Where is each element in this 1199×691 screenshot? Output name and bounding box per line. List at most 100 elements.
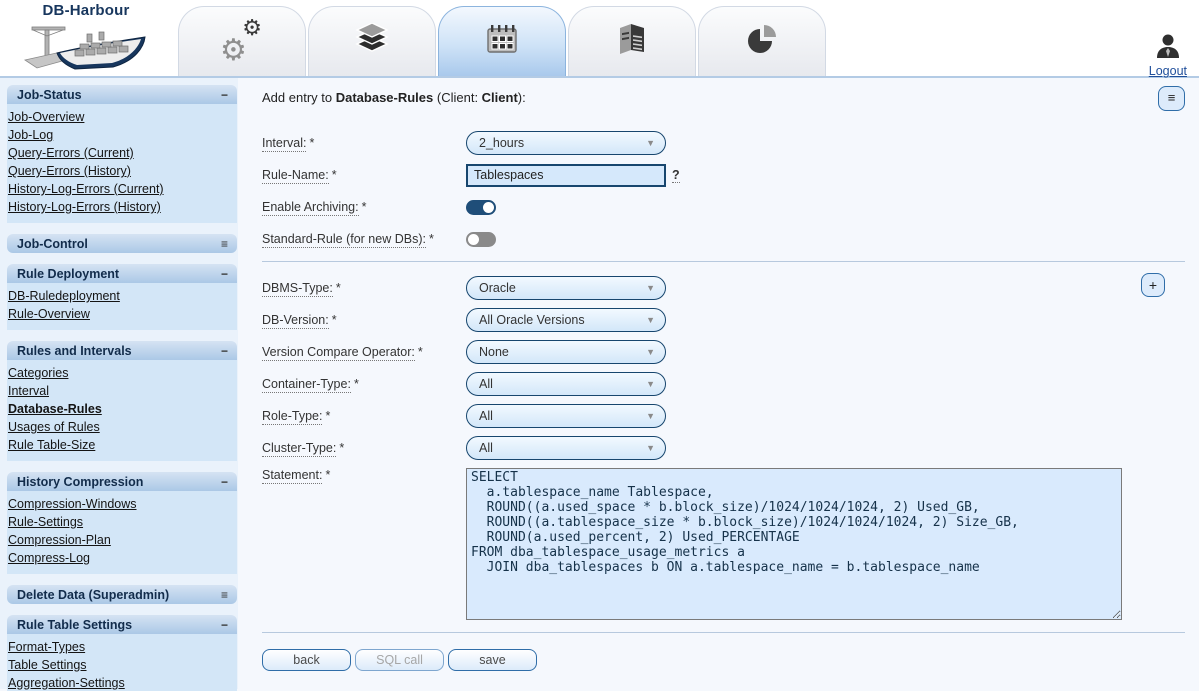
sidebar-section-history-compression: History Compression − Compression-Window… [7, 472, 237, 574]
collapse-icon[interactable]: − [221, 475, 228, 489]
field-label-rule-name: Rule-Name:* [262, 168, 466, 182]
sidebar-item-history-log-errors-current[interactable]: History-Log-Errors (Current) [8, 180, 233, 198]
sidebar-item-format-types[interactable]: Format-Types [8, 638, 233, 656]
sidebar-section-header-rule-deployment[interactable]: Rule Deployment − [7, 264, 237, 283]
sidebar-item-job-overview[interactable]: Job-Overview [8, 108, 233, 126]
role-type-select[interactable]: All ▼ [466, 404, 666, 428]
version-compare-operator-select[interactable]: None ▼ [466, 340, 666, 364]
statement-textarea[interactable]: SELECT a.tablespace_name Tablespace, ROU… [466, 468, 1122, 620]
sidebar-section-header-rule-table-settings[interactable]: Rule Table Settings − [7, 615, 237, 634]
sidebar-item-query-errors-current[interactable]: Query-Errors (Current) [8, 144, 233, 162]
field-label-standard-rule: Standard-Rule (for new DBs):* [262, 232, 466, 246]
container-type-select[interactable]: All ▼ [466, 372, 666, 396]
db-version-select[interactable]: All Oracle Versions ▼ [466, 308, 666, 332]
back-button[interactable]: back [262, 649, 351, 671]
logout-link[interactable]: Logout [1149, 64, 1187, 78]
divider [262, 261, 1185, 262]
main-nav-tabs: ⚙ ⚙ [178, 6, 826, 76]
app-logo-title: DB-Harbour [16, 2, 156, 19]
field-label-interval: Interval:* [262, 136, 466, 150]
sidebar-item-query-errors-history[interactable]: Query-Errors (History) [8, 162, 233, 180]
sidebar-item-database-rules[interactable]: Database-Rules [8, 400, 233, 418]
interval-select-value: 2_hours [479, 136, 524, 150]
plus-icon: + [1149, 277, 1157, 293]
tab-report[interactable] [568, 6, 696, 76]
gears-icon: ⚙ ⚙ [220, 22, 264, 62]
chevron-down-icon: ▼ [646, 138, 655, 148]
sidebar-section-job-control: Job-Control ≡ [7, 234, 237, 253]
sidebar-section-delete-data: Delete Data (Superadmin) ≡ [7, 585, 237, 604]
sidebar-item-usages-of-rules[interactable]: Usages of Rules [8, 418, 233, 436]
expand-icon[interactable]: ≡ [221, 237, 228, 251]
tab-pie-chart[interactable] [698, 6, 826, 76]
sidebar-section-header-delete-data[interactable]: Delete Data (Superadmin) ≡ [7, 585, 237, 604]
ship-logo-icon [23, 60, 149, 77]
sidebar-section-rule-deployment: Rule Deployment − DB-Ruledeployment Rule… [7, 264, 237, 330]
menu-button[interactable]: ≡ [1158, 86, 1185, 111]
standard-rule-toggle[interactable] [466, 232, 496, 247]
toggle-knob [483, 202, 494, 213]
sidebar-item-rule-table-size[interactable]: Rule Table-Size [8, 436, 233, 454]
toggle-knob [468, 234, 479, 245]
chevron-down-icon: ▼ [646, 347, 655, 357]
report-icon [617, 23, 647, 60]
field-label-dbms-type: DBMS-Type:* [262, 281, 466, 295]
cluster-type-select[interactable]: All ▼ [466, 436, 666, 460]
version-compare-operator-select-value: None [479, 345, 509, 359]
collapse-icon[interactable]: − [221, 267, 228, 281]
collapse-icon[interactable]: − [221, 344, 228, 358]
page-title: Add entry to Database-Rules (Client: Cli… [262, 90, 1185, 105]
sidebar-section-header-job-status[interactable]: Job-Status − [7, 85, 237, 104]
sidebar-item-table-settings[interactable]: Table Settings [8, 656, 233, 674]
sidebar-section-header-rules-and-intervals[interactable]: Rules and Intervals − [7, 341, 237, 360]
main-content: Add entry to Database-Rules (Client: Cli… [238, 78, 1199, 689]
entity-name: Database-Rules [336, 90, 434, 105]
help-link[interactable]: ? [672, 168, 680, 183]
rule-name-input[interactable] [466, 164, 666, 187]
sidebar-item-job-log[interactable]: Job-Log [8, 126, 233, 144]
chevron-down-icon: ▼ [646, 283, 655, 293]
sidebar-item-compression-plan[interactable]: Compression-Plan [8, 531, 233, 549]
sidebar-section-rule-table-settings: Rule Table Settings − Format-Types Table… [7, 615, 237, 691]
container-type-select-value: All [479, 377, 493, 391]
expand-icon[interactable]: ≡ [221, 588, 228, 602]
field-label-container-type: Container-Type:* [262, 377, 466, 391]
chevron-down-icon: ▼ [646, 315, 655, 325]
sidebar-item-interval[interactable]: Interval [8, 382, 233, 400]
field-label-cluster-type: Cluster-Type:* [262, 441, 466, 455]
tab-layers[interactable] [308, 6, 436, 76]
pie-chart-icon [746, 23, 778, 60]
sidebar-item-history-log-errors-history[interactable]: History-Log-Errors (History) [8, 198, 233, 216]
sidebar: Job-Status − Job-Overview Job-Log Query-… [0, 78, 238, 689]
sidebar-item-rule-settings[interactable]: Rule-Settings [8, 513, 233, 531]
sidebar-section-header-history-compression[interactable]: History Compression − [7, 472, 237, 491]
logout-area: Logout [1149, 34, 1187, 78]
menu-icon: ≡ [1168, 90, 1176, 105]
sidebar-item-aggregation-settings[interactable]: Aggregation-Settings [8, 674, 233, 691]
save-button[interactable]: save [448, 649, 537, 671]
field-label-version-compare-operator: Version Compare Operator:* [262, 345, 466, 359]
cluster-type-select-value: All [479, 441, 493, 455]
role-type-select-value: All [479, 409, 493, 423]
sidebar-item-db-ruledeployment[interactable]: DB-Ruledeployment [8, 287, 233, 305]
sidebar-section-header-job-control[interactable]: Job-Control ≡ [7, 234, 237, 253]
form-actions: back SQL call save [262, 649, 1185, 671]
tab-calendar[interactable] [438, 6, 566, 76]
dbms-type-select[interactable]: Oracle ▼ [466, 276, 666, 300]
sidebar-item-categories[interactable]: Categories [8, 364, 233, 382]
add-rule-button[interactable]: + [1141, 273, 1165, 297]
sidebar-item-compress-log[interactable]: Compress-Log [8, 549, 233, 567]
chevron-down-icon: ▼ [646, 411, 655, 421]
user-icon [1155, 45, 1181, 62]
interval-select[interactable]: 2_hours ▼ [466, 131, 666, 155]
collapse-icon[interactable]: − [221, 618, 228, 632]
enable-archiving-toggle[interactable] [466, 200, 496, 215]
sidebar-section-job-status: Job-Status − Job-Overview Job-Log Query-… [7, 85, 237, 223]
collapse-icon[interactable]: − [221, 88, 228, 102]
sidebar-item-compression-windows[interactable]: Compression-Windows [8, 495, 233, 513]
tab-settings[interactable]: ⚙ ⚙ [178, 6, 306, 76]
app-header: DB-Harbour [0, 0, 1199, 78]
sql-call-button[interactable]: SQL call [355, 649, 444, 671]
sidebar-item-rule-overview[interactable]: Rule-Overview [8, 305, 233, 323]
layers-icon [355, 23, 389, 60]
